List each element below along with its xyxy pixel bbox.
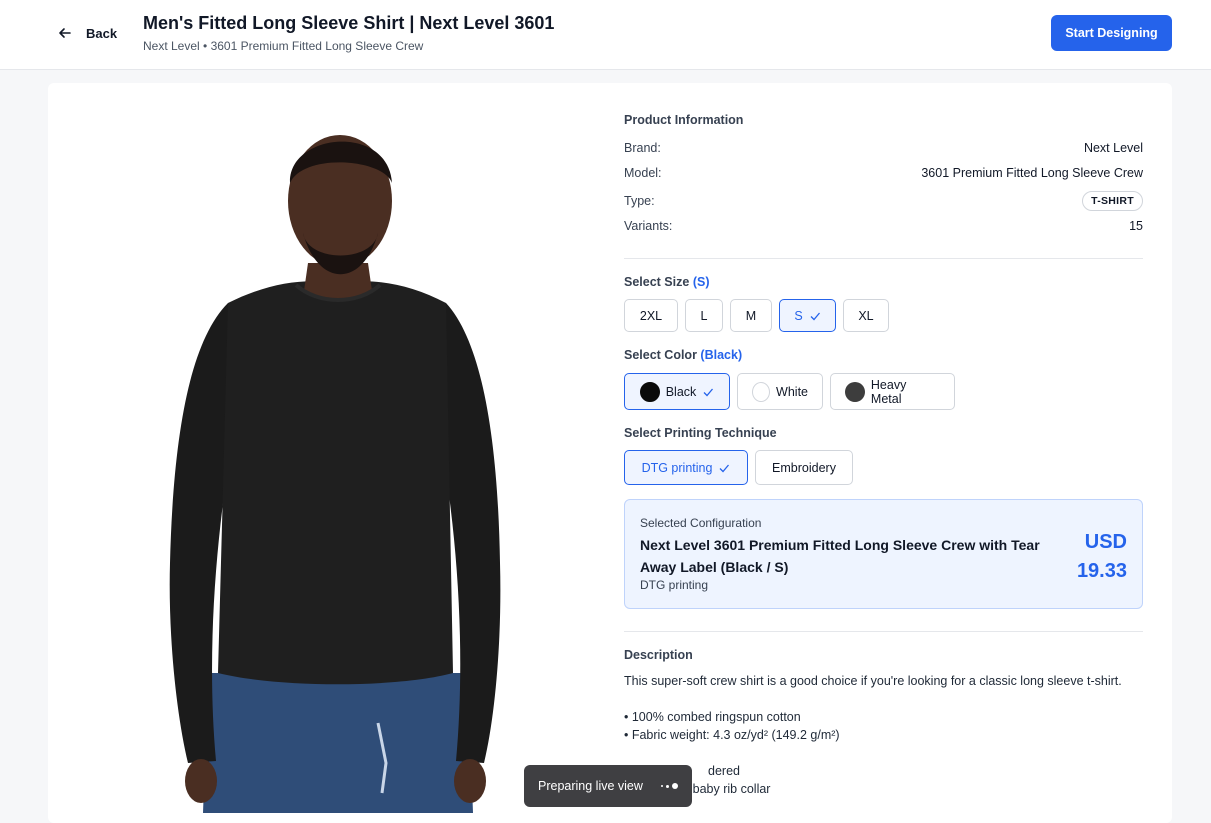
variants-row: Variants: 15: [624, 219, 1143, 233]
description-partial: dered: [708, 764, 740, 778]
model-label: Model:: [624, 166, 662, 180]
product-card: Product Information Brand: Next Level Mo…: [48, 83, 1172, 823]
back-button[interactable]: Back: [58, 22, 117, 44]
variants-value: 15: [1129, 219, 1143, 233]
variants-label: Variants:: [624, 219, 673, 233]
size-option-s-label: S: [794, 308, 803, 323]
color-selected-value: (Black): [700, 348, 743, 362]
top-bar: Back Men's Fitted Long Sleeve Shirt | Ne…: [0, 0, 1211, 70]
description-bullet: • 100% combed ringspun cotton: [624, 710, 801, 724]
type-row: Type: T-SHIRT: [624, 191, 1143, 211]
start-designing-button[interactable]: Start Designing: [1051, 15, 1172, 51]
technique-option-dtg[interactable]: DTG printing: [624, 450, 748, 485]
size-options: 2XL L M S XL: [624, 299, 889, 332]
technique-heading: Select Printing Technique: [624, 426, 777, 440]
description-heading: Description: [624, 648, 693, 662]
color-option-white-label: White: [776, 384, 808, 399]
size-option-2xl[interactable]: 2XL: [624, 299, 678, 332]
toast-text: Preparing live view: [538, 779, 643, 793]
model-row: Model: 3601 Premium Fitted Long Sleeve C…: [624, 166, 1143, 180]
size-heading: Select Size (S): [624, 275, 709, 289]
price-currency: USD: [1084, 531, 1127, 553]
brand-label: Brand:: [624, 141, 661, 155]
size-selected-value: (S): [692, 275, 710, 289]
price-value: 19.33: [1076, 560, 1127, 582]
white-swatch: [752, 381, 771, 402]
page-title: Men's Fitted Long Sleeve Shirt | Next Le…: [143, 13, 555, 33]
page-subtitle: Next Level • 3601 Premium Fitted Long Sl…: [143, 39, 424, 53]
technique-option-dtg-label: DTG printing: [641, 460, 713, 475]
arrow-left-icon: [59, 28, 71, 38]
check-icon: [810, 312, 820, 320]
brand-row: Brand: Next Level: [624, 141, 1143, 155]
color-option-heavy-metal-label: Heavy Metal: [870, 377, 907, 406]
color-options: Black White Heavy Metal: [624, 373, 955, 410]
color-option-black[interactable]: Black: [624, 373, 730, 410]
type-label: Type:: [624, 194, 655, 208]
product-photo: [169, 135, 501, 813]
divider: [624, 631, 1143, 632]
type-badge: T-SHIRT: [1082, 191, 1143, 211]
back-label: Back: [86, 25, 118, 41]
brand-value: Next Level: [1083, 141, 1143, 155]
loading-icon: [660, 783, 678, 789]
size-option-xl[interactable]: XL: [843, 299, 889, 332]
description-bullet: • Set-in 1×1 baby rib collar: [624, 782, 771, 796]
technique-option-embroidery[interactable]: Embroidery: [755, 450, 853, 485]
check-icon: [719, 464, 730, 472]
price: USD 19.33: [1077, 528, 1127, 586]
black-swatch: [639, 381, 660, 402]
size-heading-label: Select Size: [624, 275, 690, 289]
check-icon: [703, 388, 714, 396]
live-view-toast: Preparing live view: [524, 765, 692, 807]
technique-options: DTG printing Embroidery: [624, 450, 853, 485]
configuration-label: Selected Configuration: [640, 516, 762, 530]
selected-configuration: Selected Configuration Next Level 3601 P…: [624, 499, 1143, 609]
color-option-white[interactable]: White: [737, 373, 823, 410]
size-option-m[interactable]: M: [730, 299, 772, 332]
size-option-l[interactable]: L: [685, 299, 723, 332]
color-heading-label: Select Color: [624, 348, 697, 362]
color-option-black-label: Black: [665, 384, 697, 399]
color-option-heavy-metal[interactable]: Heavy Metal: [830, 373, 955, 410]
color-heading: Select Color (Black): [624, 348, 742, 362]
description-intro: This super-soft crew shirt is a good cho…: [624, 674, 1122, 688]
heavy-metal-swatch: [845, 381, 865, 402]
configuration-technique: DTG printing: [640, 578, 709, 592]
configuration-name: Next Level 3601 Premium Fitted Long Slee…: [640, 537, 1040, 575]
size-option-s[interactable]: S: [779, 299, 836, 332]
description-body: This super-soft crew shirt is a good cho…: [624, 672, 1143, 798]
description-bullet-hidden: [624, 744, 1143, 762]
model-value: 3601 Premium Fitted Long Sleeve Crew: [921, 166, 1143, 180]
divider: [624, 258, 1143, 259]
description-bullet: • Fabric weight: 4.3 oz/yd² (149.2 g/m²): [624, 728, 840, 742]
product-info-heading: Product Information: [624, 113, 744, 127]
